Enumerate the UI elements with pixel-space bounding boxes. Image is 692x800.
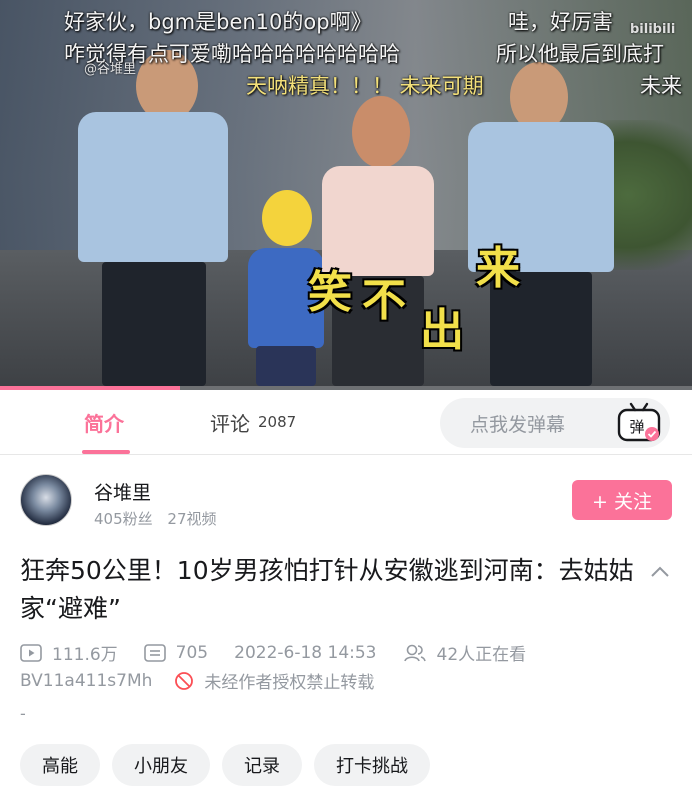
tag-list: 高能 小朋友 记录 打卡挑战 — [20, 744, 442, 786]
danmaku-comment: 未来 — [640, 74, 682, 98]
uploader-avatar[interactable] — [20, 474, 72, 526]
watching-now: 42人正在看 — [403, 640, 527, 665]
danmaku-count-value: 705 — [175, 642, 209, 663]
uploader-name[interactable]: 谷堆里 — [94, 478, 151, 505]
danmaku-tv-icon: 弹 — [617, 402, 661, 442]
video-player[interactable]: 好家伙，bgm是ben10的op啊》 哇，好厉害 咋觉得有点可爱嘞哈哈哈哈哈哈哈… — [0, 0, 692, 390]
comments-count: 2087 — [258, 413, 297, 431]
danmaku-comment: 哇，好厉害 — [508, 10, 613, 34]
play-count-value: 111.6万 — [52, 645, 118, 665]
video-caption-char: 笑 — [308, 267, 352, 318]
uploader-video-count: 27视频 — [167, 510, 217, 528]
tag-item[interactable]: 记录 — [222, 744, 302, 786]
play-icon — [20, 643, 42, 662]
video-meta-row: 111.6万 705 2022-6-18 14:53 42人正在看 — [20, 640, 552, 665]
danmaku-input-placeholder: 点我发弹幕 — [470, 413, 566, 436]
svg-text:弹: 弹 — [629, 418, 644, 436]
tab-divider — [0, 454, 692, 455]
video-title: 狂奔50公里！10岁男孩怕打针从安徽逃到河南：去姑姑家“避难” — [20, 556, 634, 623]
video-caption-char: 出 — [420, 305, 464, 356]
uploader-fans: 405粉丝 — [94, 510, 153, 528]
copyright-text: 未经作者授权禁止转载 — [204, 673, 375, 693]
publish-date: 2022-6-18 14:53 — [234, 642, 377, 663]
copyright-notice: 未经作者授权禁止转载 — [174, 668, 374, 693]
play-count: 111.6万 — [20, 640, 118, 665]
forbidden-icon — [175, 671, 194, 690]
watching-now-value: 42人正在看 — [436, 645, 527, 665]
bilibili-logo: bilibili — [630, 22, 676, 37]
people-icon — [403, 644, 426, 661]
tab-intro[interactable]: 简介 — [84, 390, 124, 454]
tab-bar: 简介 评论 2087 点我发弹幕 弹 — [0, 390, 692, 454]
chevron-up-icon[interactable] — [648, 560, 672, 584]
tag-item[interactable]: 高能 — [20, 744, 100, 786]
video-meta-row-2: BV11a411s7Mh 未经作者授权禁止转载 — [20, 668, 374, 694]
danmaku-comment: 好家伙，bgm是ben10的op啊》 — [64, 10, 372, 34]
tab-comments-label: 评论 — [210, 411, 250, 436]
danmaku-toggle-button[interactable]: 弹 — [610, 400, 668, 446]
tab-intro-label: 简介 — [84, 411, 124, 436]
uploader-stats: 405粉丝 27视频 — [94, 508, 217, 529]
tag-item[interactable]: 打卡挑战 — [314, 744, 430, 786]
danmaku-comment: 所以他最后到底打 — [496, 42, 664, 66]
tag-item[interactable]: 小朋友 — [112, 744, 210, 786]
follow-button[interactable]: + 关注 — [572, 480, 672, 520]
danmaku-list-icon — [143, 643, 166, 662]
bvid: BV11a411s7Mh — [20, 670, 153, 691]
tab-comments[interactable]: 评论 2087 — [210, 390, 296, 454]
danmaku-count: 705 — [143, 642, 209, 663]
video-caption-char: 不 — [362, 275, 406, 326]
danmaku-comment: 天呐精真！！！ 未来可期 — [246, 74, 484, 98]
video-watermark: @谷堆里 — [84, 62, 137, 77]
video-caption-char: 来 — [476, 243, 520, 294]
video-description: - — [20, 704, 26, 723]
